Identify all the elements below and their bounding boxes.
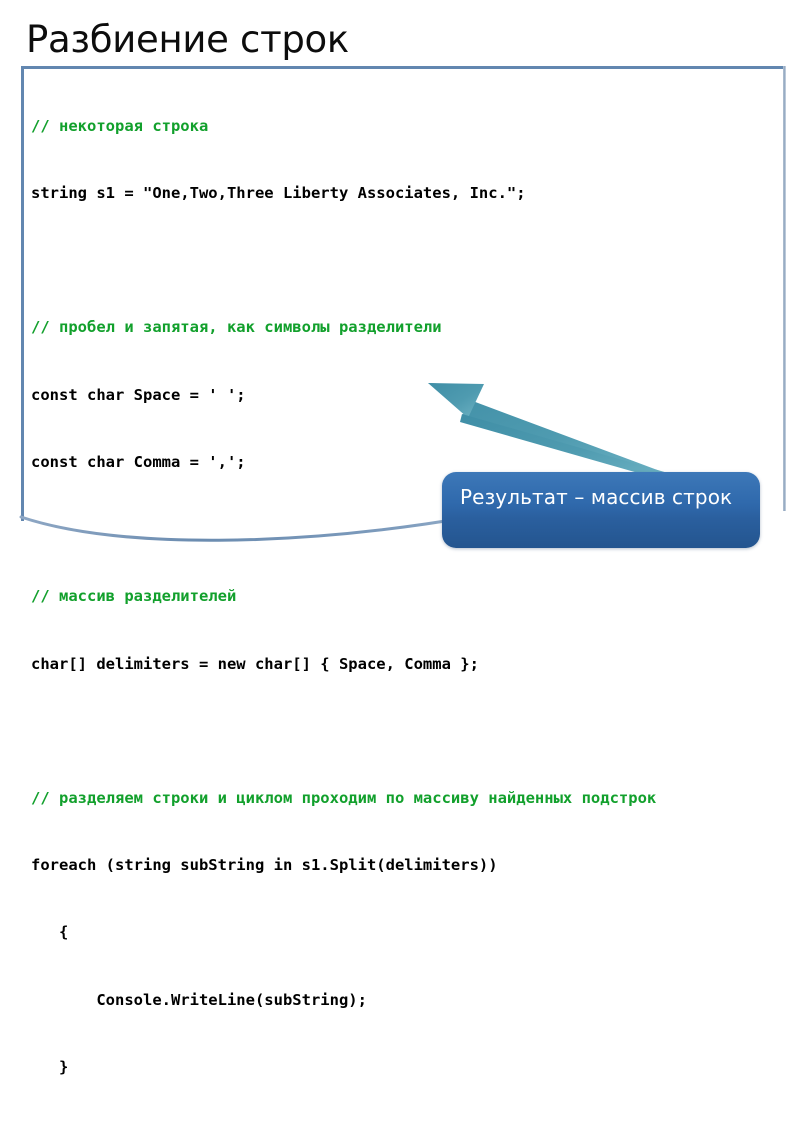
code-line: // разделяем строки и циклом проходим по…	[31, 788, 657, 807]
code-line: foreach (string subString in s1.Split(de…	[31, 856, 498, 875]
callout-box[interactable]: Результат – массив строк	[442, 472, 760, 548]
code-line: const char Comma = ',';	[31, 452, 246, 471]
callout-label: Результат – массив строк	[460, 485, 733, 509]
code-panel-border-right	[783, 66, 786, 511]
code-line: // некоторая строка	[31, 116, 209, 135]
code-panel-border-top	[21, 66, 786, 69]
code-line: // массив разделителей	[31, 587, 237, 606]
code-line: char[] delimiters = new char[] { Space, …	[31, 654, 479, 673]
code-line: string s1 = "One,Two,Three Liberty Assoc…	[31, 184, 526, 203]
code-panel-border-left	[21, 66, 24, 521]
code-line: {	[31, 923, 69, 942]
code-line: Console.WriteLine(subString);	[31, 990, 367, 1009]
slide-canvas: Разбиение строк // некоторая строка stri…	[0, 0, 800, 1076]
code-line: }	[31, 1057, 69, 1076]
page-title: Разбиение строк	[26, 18, 349, 61]
code-block: // некоторая строка string s1 = "One,Two…	[31, 70, 779, 1123]
code-line: const char Space = ' ';	[31, 385, 246, 404]
code-line: // пробел и запятая, как символы раздели…	[31, 318, 442, 337]
